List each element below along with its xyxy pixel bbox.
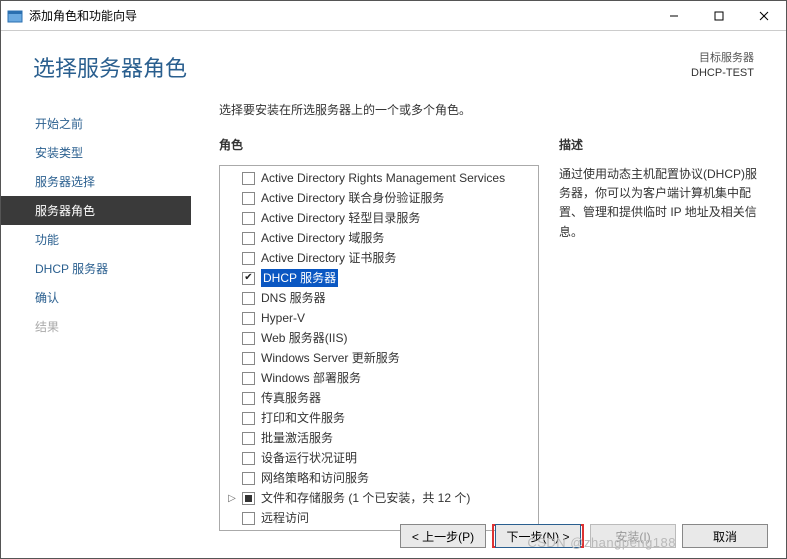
role-checkbox[interactable] xyxy=(242,432,255,445)
role-label: Hyper-V xyxy=(261,309,305,327)
role-row-5[interactable]: DHCP 服务器 xyxy=(220,268,538,288)
role-row-6[interactable]: DNS 服务器 xyxy=(220,288,538,308)
target-server-box: 目标服务器 DHCP-TEST xyxy=(691,51,754,83)
role-row-0[interactable]: Active Directory Rights Management Servi… xyxy=(220,168,538,188)
next-button-highlight: 下一步(N) > xyxy=(492,524,584,548)
role-label: 打印和文件服务 xyxy=(261,409,345,427)
role-checkbox[interactable] xyxy=(242,252,255,265)
role-checkbox[interactable] xyxy=(242,352,255,365)
sidebar-item-5[interactable]: DHCP 服务器 xyxy=(1,254,191,283)
role-checkbox[interactable] xyxy=(242,392,255,405)
role-row-2[interactable]: Active Directory 轻型目录服务 xyxy=(220,208,538,228)
role-row-1[interactable]: Active Directory 联合身份验证服务 xyxy=(220,188,538,208)
maximize-button[interactable] xyxy=(696,1,741,30)
role-checkbox[interactable] xyxy=(242,232,255,245)
wizard-main: 开始之前安装类型服务器选择服务器角色功能DHCP 服务器确认结果 选择要安装在所… xyxy=(1,91,786,531)
role-label: 远程桌面服务 xyxy=(261,529,333,531)
role-checkbox[interactable] xyxy=(242,332,255,345)
sidebar-item-0[interactable]: 开始之前 xyxy=(1,109,191,138)
description-text: 通过使用动态主机配置协议(DHCP)服务器，你可以为客户端计算机集中配置、管理和… xyxy=(559,165,768,242)
wizard-content: 选择要安装在所选服务器上的一个或多个角色。 角色 Active Director… xyxy=(191,91,786,531)
role-checkbox[interactable] xyxy=(242,272,255,285)
role-label: DHCP 服务器 xyxy=(261,269,338,287)
role-label: Active Directory 联合身份验证服务 xyxy=(261,189,444,207)
role-row-3[interactable]: Active Directory 域服务 xyxy=(220,228,538,248)
window-controls xyxy=(651,1,786,30)
install-button: 安装(I) xyxy=(590,524,676,548)
prev-button[interactable]: < 上一步(P) xyxy=(400,524,486,548)
target-server-host: DHCP-TEST xyxy=(691,66,754,81)
role-label: Active Directory 证书服务 xyxy=(261,249,396,267)
role-checkbox[interactable] xyxy=(242,292,255,305)
wizard-footer: < 上一步(P) 下一步(N) > 安装(I) 取消 xyxy=(400,524,768,548)
role-label: 批量激活服务 xyxy=(261,429,333,447)
role-row-10[interactable]: Windows 部署服务 xyxy=(220,368,538,388)
role-row-12[interactable]: 打印和文件服务 xyxy=(220,408,538,428)
role-label: Windows Server 更新服务 xyxy=(261,349,400,367)
role-checkbox[interactable] xyxy=(242,192,255,205)
cancel-button[interactable]: 取消 xyxy=(682,524,768,548)
role-row-9[interactable]: Windows Server 更新服务 xyxy=(220,348,538,368)
wizard-header: 选择服务器角色 目标服务器 DHCP-TEST xyxy=(1,31,786,91)
sidebar-item-2[interactable]: 服务器选择 xyxy=(1,167,191,196)
role-row-15[interactable]: 网络策略和访问服务 xyxy=(220,468,538,488)
role-row-13[interactable]: 批量激活服务 xyxy=(220,428,538,448)
roles-column: 角色 Active Directory Rights Management Se… xyxy=(219,136,539,531)
role-row-8[interactable]: Web 服务器(IIS) xyxy=(220,328,538,348)
target-server-label: 目标服务器 xyxy=(691,51,754,66)
wizard-sidebar: 开始之前安装类型服务器选择服务器角色功能DHCP 服务器确认结果 xyxy=(1,91,191,531)
role-label: Active Directory Rights Management Servi… xyxy=(261,169,505,187)
role-label: 网络策略和访问服务 xyxy=(261,469,369,487)
sidebar-item-4[interactable]: 功能 xyxy=(1,225,191,254)
description-heading: 描述 xyxy=(559,136,768,153)
sidebar-item-1[interactable]: 安装类型 xyxy=(1,138,191,167)
close-button[interactable] xyxy=(741,1,786,30)
role-label: 远程访问 xyxy=(261,509,309,527)
role-row-11[interactable]: 传真服务器 xyxy=(220,388,538,408)
role-label: DNS 服务器 xyxy=(261,289,326,307)
role-label: 文件和存储服务 (1 个已安装，共 12 个) xyxy=(261,489,470,507)
titlebar: 添加角色和功能向导 xyxy=(1,1,786,31)
role-checkbox[interactable] xyxy=(242,512,255,525)
role-label: Active Directory 域服务 xyxy=(261,229,384,247)
role-checkbox[interactable] xyxy=(242,492,255,505)
sidebar-item-3[interactable]: 服务器角色 xyxy=(1,196,191,225)
roles-list[interactable]: Active Directory Rights Management Servi… xyxy=(219,165,539,531)
window-title: 添加角色和功能向导 xyxy=(29,7,137,24)
role-row-16[interactable]: ▷ 文件和存储服务 (1 个已安装，共 12 个) xyxy=(220,488,538,508)
minimize-button[interactable] xyxy=(651,1,696,30)
page-title: 选择服务器角色 xyxy=(33,51,187,83)
description-column: 描述 通过使用动态主机配置协议(DHCP)服务器，你可以为客户端计算机集中配置、… xyxy=(539,136,776,531)
expander-icon[interactable]: ▷ xyxy=(226,491,238,506)
roles-heading: 角色 xyxy=(219,136,539,153)
role-checkbox[interactable] xyxy=(242,472,255,485)
role-checkbox[interactable] xyxy=(242,412,255,425)
role-checkbox[interactable] xyxy=(242,372,255,385)
role-label: Web 服务器(IIS) xyxy=(261,329,347,347)
sidebar-item-7: 结果 xyxy=(1,312,191,341)
sidebar-item-6[interactable]: 确认 xyxy=(1,283,191,312)
role-row-14[interactable]: 设备运行状况证明 xyxy=(220,448,538,468)
role-checkbox[interactable] xyxy=(242,212,255,225)
role-checkbox[interactable] xyxy=(242,172,255,185)
role-label: Windows 部署服务 xyxy=(261,369,361,387)
intro-text: 选择要安装在所选服务器上的一个或多个角色。 xyxy=(219,101,776,118)
role-row-7[interactable]: Hyper-V xyxy=(220,308,538,328)
next-button[interactable]: 下一步(N) > xyxy=(495,524,581,548)
role-checkbox[interactable] xyxy=(242,452,255,465)
role-checkbox[interactable] xyxy=(242,312,255,325)
role-label: 传真服务器 xyxy=(261,389,321,407)
role-label: 设备运行状况证明 xyxy=(261,449,357,467)
role-label: Active Directory 轻型目录服务 xyxy=(261,209,420,227)
app-icon xyxy=(7,8,23,24)
role-row-4[interactable]: Active Directory 证书服务 xyxy=(220,248,538,268)
